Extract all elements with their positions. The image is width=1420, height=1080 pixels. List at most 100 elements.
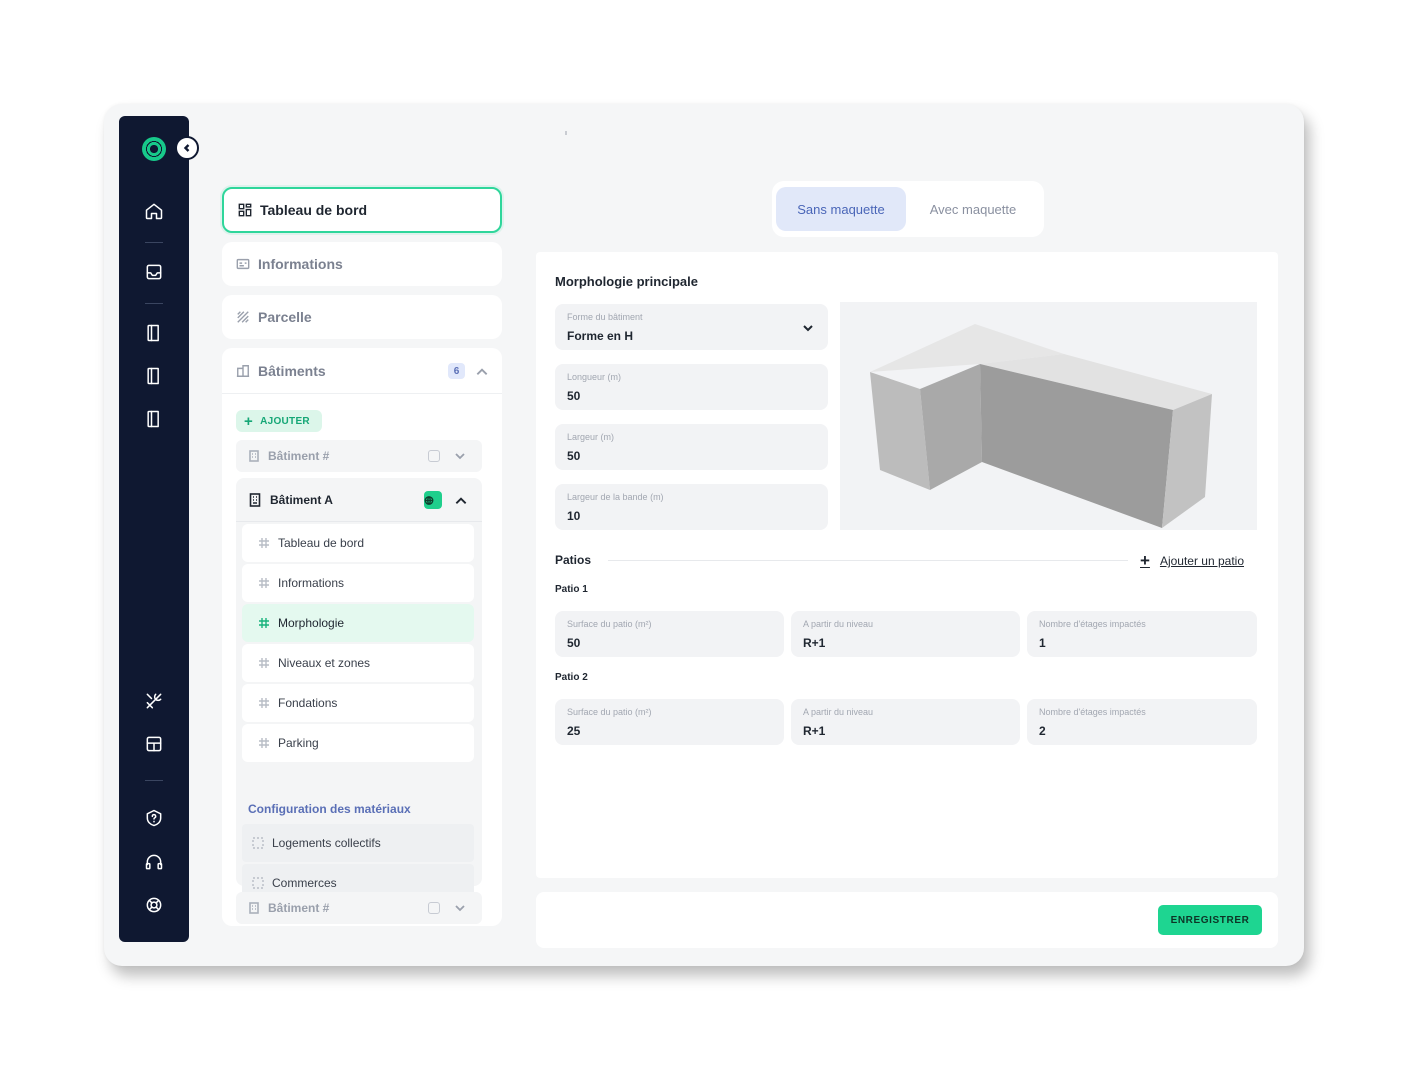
forme-batiment-select[interactable]: Forme du bâtiment Forme en H	[555, 304, 828, 350]
building-row-collapsed[interactable]: Bâtiment #	[236, 440, 482, 472]
building-menu-label: Niveaux et zones	[278, 656, 371, 670]
book-icon[interactable]	[143, 322, 165, 344]
app-logo	[142, 137, 166, 161]
building-menu-morphologie[interactable]: Morphologie	[242, 604, 474, 642]
nav-label: Tableau de bord	[260, 202, 368, 218]
field-label: Surface du patio (m²)	[567, 707, 652, 717]
patio-niveau-field[interactable]: A partir du niveau R+1	[791, 699, 1020, 745]
building-icon	[249, 902, 259, 914]
patio-etages-field[interactable]: Nombre d'étages impactés 2	[1027, 699, 1257, 745]
field-label: Nombre d'étages impactés	[1039, 707, 1146, 717]
batiments-panel: Bâtiments 6 + AJOUTER Bâtiment # Bâtimen…	[222, 348, 502, 926]
icon-rail	[119, 116, 189, 942]
building-menu-label: Morphologie	[278, 616, 345, 630]
id-card-icon	[236, 258, 250, 270]
patios-title: Patios	[555, 553, 592, 567]
building-menu-niveaux-et-zones[interactable]: Niveaux et zones	[242, 644, 474, 682]
patio-etages-field[interactable]: Nombre d'étages impactés 1	[1027, 611, 1257, 657]
field-value: 50	[567, 449, 581, 463]
field-value: 2	[1039, 724, 1046, 738]
field-label: Largeur de la bande (m)	[567, 492, 664, 502]
chevron-up-icon[interactable]	[475, 365, 489, 379]
field-value: R+1	[803, 724, 826, 738]
nav-label: Informations	[258, 256, 343, 272]
add-patio-label: Ajouter un patio	[1159, 554, 1244, 568]
collapse-sidebar-button[interactable]	[175, 136, 199, 160]
field-value: 50	[567, 636, 581, 650]
globe-icon	[424, 495, 434, 505]
config-item-logements-collectifs[interactable]: Logements collectifs	[242, 824, 474, 862]
batiments-label: Bâtiments	[258, 362, 326, 379]
patio-niveau-field[interactable]: A partir du niveau R+1	[791, 611, 1020, 657]
building-menu-fondations[interactable]: Fondations	[242, 684, 474, 722]
toggle-sans-maquette[interactable]: Sans maquette	[776, 187, 906, 231]
nav-label: Parcelle	[258, 309, 312, 325]
building-menu-informations[interactable]: Informations	[242, 564, 474, 602]
building-3d-preview	[840, 302, 1257, 530]
building-expanded: Bâtiment A Tableau de bord Informations …	[236, 478, 482, 902]
add-building-button[interactable]: + AJOUTER	[236, 410, 322, 432]
toggle-avec-maquette[interactable]: Avec maquette	[908, 187, 1038, 231]
batiments-count-badge: 6	[448, 363, 465, 379]
building-status-badge	[424, 491, 442, 509]
field-label: Largeur (m)	[567, 432, 615, 442]
chevron-down-icon	[803, 325, 813, 332]
chevron-left-icon	[183, 144, 190, 152]
field-value: 50	[567, 389, 581, 403]
field-label: Surface du patio (m²)	[567, 619, 652, 629]
headset-icon[interactable]	[143, 851, 165, 873]
field-label: Longueur (m)	[567, 372, 622, 382]
add-patio-link[interactable]: + Ajouter un patio	[1140, 551, 1244, 571]
help-icon[interactable]	[143, 807, 165, 829]
lifebuoy-icon[interactable]	[143, 894, 165, 916]
morphologie-panel: Morphologie principale Forme du bâtiment…	[536, 252, 1278, 878]
chevron-up-icon[interactable]	[454, 494, 468, 508]
nav-informations[interactable]: Informations	[222, 242, 502, 286]
patio-title: Patio 2	[555, 672, 588, 683]
save-button[interactable]: ENREGISTRER	[1158, 905, 1262, 935]
rail-divider	[145, 780, 163, 781]
config-item-label: Commerces	[272, 876, 337, 890]
field-label: A partir du niveau	[803, 707, 874, 717]
largeur-bande-field[interactable]: Largeur de la bande (m) 10	[555, 484, 828, 530]
inbox-icon[interactable]	[143, 261, 165, 283]
config-item-label: Logements collectifs	[272, 836, 381, 850]
building-menu-label: Parking	[278, 736, 319, 750]
building-icon	[249, 492, 261, 507]
patios-divider	[608, 560, 1128, 561]
building-menu-parking[interactable]: Parking	[242, 724, 474, 762]
field-label: Forme du bâtiment	[567, 312, 643, 322]
hash-icon	[259, 618, 269, 628]
book-icon[interactable]	[143, 365, 165, 387]
dashed-square-icon	[252, 877, 264, 889]
parcel-icon	[237, 311, 249, 323]
layout-icon[interactable]	[143, 733, 165, 755]
dashboard-icon	[238, 203, 252, 217]
tools-icon[interactable]	[143, 690, 165, 712]
chevron-down-icon[interactable]	[454, 450, 466, 462]
building-menu-tableau-de-bord[interactable]: Tableau de bord	[242, 524, 474, 562]
dashed-square-icon	[252, 837, 264, 849]
building-row-collapsed[interactable]: Bâtiment #	[236, 892, 482, 924]
field-label: Nombre d'étages impactés	[1039, 619, 1146, 629]
building-a-header[interactable]: Bâtiment A	[236, 478, 482, 522]
patio-surface-field[interactable]: Surface du patio (m²) 50	[555, 611, 784, 657]
hash-icon	[259, 538, 269, 548]
building-name: Bâtiment #	[268, 449, 330, 463]
patio-surface-field[interactable]: Surface du patio (m²) 25	[555, 699, 784, 745]
status-icon	[428, 450, 440, 462]
field-label: A partir du niveau	[803, 619, 874, 629]
nav-parcelle[interactable]: Parcelle	[222, 295, 502, 339]
home-icon[interactable]	[143, 200, 165, 222]
largeur-field[interactable]: Largeur (m) 50	[555, 424, 828, 470]
nav-tableau-de-bord[interactable]: Tableau de bord	[222, 187, 502, 233]
longueur-field[interactable]: Longueur (m) 50	[555, 364, 828, 410]
building-icon	[249, 450, 259, 462]
chevron-down-icon[interactable]	[454, 902, 466, 914]
plus-icon: +	[1140, 551, 1150, 570]
field-value: R+1	[803, 636, 826, 650]
hash-icon	[259, 578, 269, 588]
book-icon[interactable]	[143, 408, 165, 430]
config-materiaux-title: Configuration des matériaux	[248, 802, 411, 816]
batiments-header[interactable]: Bâtiments 6	[222, 348, 502, 394]
